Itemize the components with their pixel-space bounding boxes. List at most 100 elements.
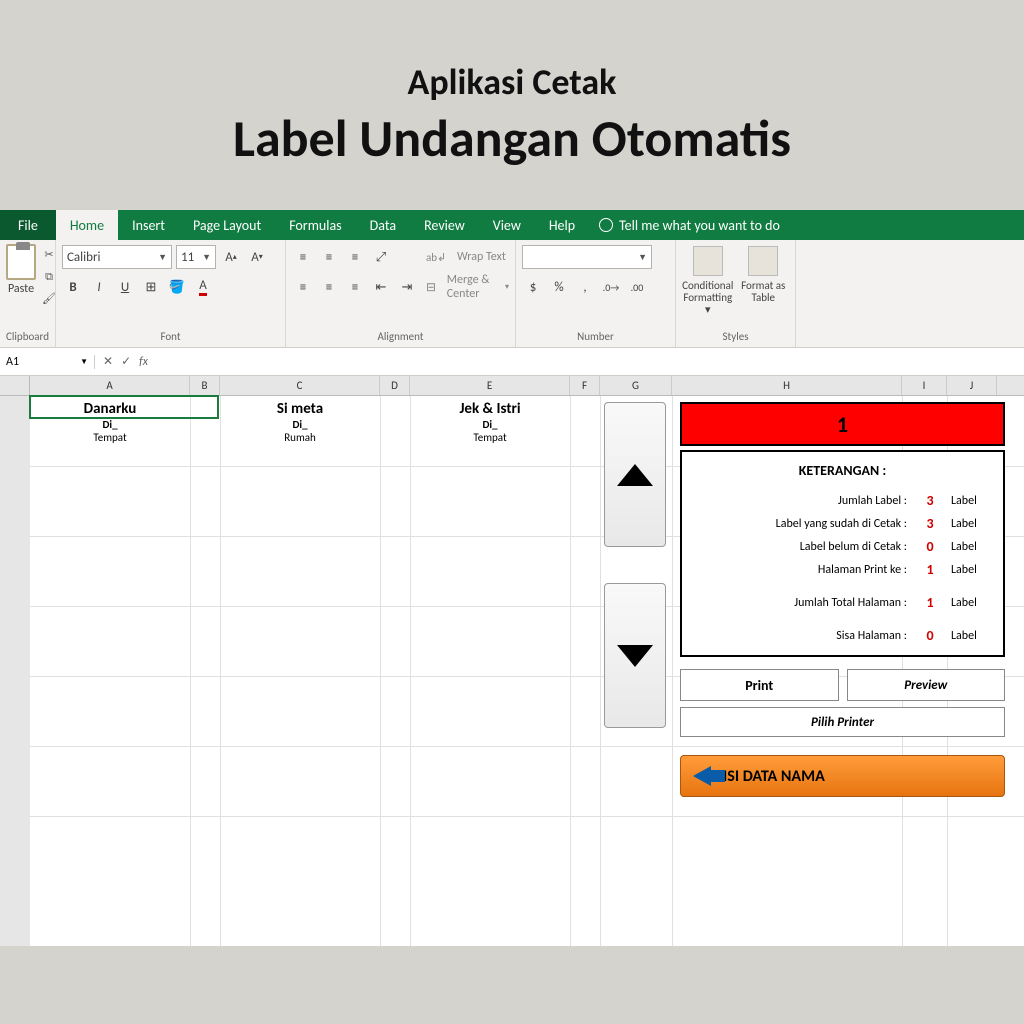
font-name-combo[interactable]: Calibri▼: [62, 245, 172, 269]
conditional-formatting-icon: [693, 246, 723, 276]
print-button[interactable]: Print: [680, 669, 839, 701]
cancel-icon[interactable]: ✕: [103, 354, 113, 369]
preview-button[interactable]: Preview: [847, 669, 1006, 701]
underline-button[interactable]: U: [114, 276, 136, 298]
label-2-di: Di_: [220, 418, 380, 431]
ket-label: Sisa Halaman :: [690, 629, 913, 643]
enter-icon[interactable]: ✓: [121, 354, 131, 369]
col-c[interactable]: C: [220, 376, 380, 395]
format-table-button[interactable]: Format asTable: [738, 244, 790, 328]
ket-value: 0: [913, 627, 947, 644]
align-right-icon[interactable]: ≡: [344, 276, 366, 298]
group-clipboard: Paste ✂ ⧉ 🖌 Clipboard: [0, 240, 56, 347]
tab-view[interactable]: View: [479, 210, 535, 240]
keterangan-row: Label yang sudah di Cetak :3Label: [682, 512, 1003, 535]
page-up-button[interactable]: [604, 402, 666, 547]
fx-icon[interactable]: fx: [139, 355, 148, 369]
decrease-decimal-icon[interactable]: .00: [626, 276, 648, 298]
align-left-icon[interactable]: ≡: [292, 276, 314, 298]
comma-button[interactable]: ,: [574, 276, 596, 298]
align-top-icon[interactable]: ≡: [292, 246, 314, 268]
italic-button[interactable]: I: [88, 276, 110, 298]
wrap-text-button[interactable]: ab↲ Wrap Text: [426, 244, 509, 270]
indent-increase-icon[interactable]: ⇥: [396, 276, 418, 298]
tab-insert[interactable]: Insert: [118, 210, 179, 240]
keterangan-row: Jumlah Total Halaman :1Label: [682, 591, 1003, 614]
page-down-button[interactable]: [604, 583, 666, 728]
align-bottom-icon[interactable]: ≡: [344, 246, 366, 268]
increase-decimal-icon[interactable]: .0→: [600, 276, 622, 298]
tab-data[interactable]: Data: [356, 210, 410, 240]
col-d[interactable]: D: [380, 376, 410, 395]
ket-value: 1: [913, 594, 947, 611]
paste-button[interactable]: Paste: [6, 244, 36, 304]
formula-bar: A1▼ ✕ ✓ fx: [0, 348, 1024, 376]
ket-unit: Label: [947, 494, 995, 508]
tab-home[interactable]: Home: [56, 210, 118, 240]
excel-window: File Home Insert Page Layout Formulas Da…: [0, 210, 1024, 946]
col-f[interactable]: F: [570, 376, 600, 395]
percent-button[interactable]: %: [548, 276, 570, 298]
group-font: Calibri▼ 11▼ A▴ A▾ B I U ⊞ 🪣 A Font: [56, 240, 286, 347]
name-box[interactable]: A1▼: [0, 355, 95, 369]
number-format-combo[interactable]: ▼: [522, 245, 652, 269]
isi-data-nama-button[interactable]: ISI DATA NAMA: [680, 755, 1005, 797]
col-j[interactable]: J: [947, 376, 997, 395]
select-all-corner[interactable]: [0, 376, 30, 395]
col-g[interactable]: G: [600, 376, 672, 395]
alignment-label: Alignment: [292, 328, 509, 347]
currency-button[interactable]: $: [522, 276, 544, 298]
align-center-icon[interactable]: ≡: [318, 276, 340, 298]
col-b[interactable]: B: [190, 376, 220, 395]
tab-help[interactable]: Help: [535, 210, 589, 240]
tab-review[interactable]: Review: [410, 210, 479, 240]
fill-color-button[interactable]: 🪣: [166, 276, 188, 298]
indent-decrease-icon[interactable]: ⇤: [370, 276, 392, 298]
font-size-combo[interactable]: 11▼: [176, 245, 216, 269]
hero-subtitle: Aplikasi Cetak: [0, 60, 1024, 104]
col-h[interactable]: H: [672, 376, 902, 395]
tab-page-layout[interactable]: Page Layout: [179, 210, 275, 240]
orientation-icon[interactable]: ⤢: [370, 246, 392, 268]
ket-label: Jumlah Total Halaman :: [690, 596, 913, 610]
label-3-name: Jek & Istri: [410, 400, 570, 418]
label-3-di: Di_: [410, 418, 570, 431]
info-panel: 1 KETERANGAN : Jumlah Label :3LabelLabel…: [680, 402, 1005, 797]
keterangan-title: KETERANGAN :: [682, 452, 1003, 487]
shrink-font-icon[interactable]: A▾: [246, 246, 268, 268]
font-label: Font: [62, 328, 279, 347]
hero-title: Label Undangan Otomatis: [0, 106, 1024, 170]
label-1-tempat: Tempat: [30, 431, 190, 444]
ket-value: 1: [913, 561, 947, 578]
label-1-name: Danarku: [30, 400, 190, 418]
cells-area[interactable]: Danarku Di_ Tempat Si meta Di_ Rumah Jek…: [30, 396, 1024, 946]
font-color-button[interactable]: A: [192, 276, 214, 298]
ket-unit: Label: [947, 563, 995, 577]
tell-me-search[interactable]: Tell me what you want to do: [589, 210, 790, 240]
tab-file[interactable]: File: [0, 210, 56, 240]
border-button[interactable]: ⊞: [140, 276, 162, 298]
ribbon-tabs: File Home Insert Page Layout Formulas Da…: [0, 210, 1024, 240]
ket-value: 3: [913, 492, 947, 509]
pilih-printer-button[interactable]: Pilih Printer: [680, 707, 1005, 737]
ket-unit: Label: [947, 629, 995, 643]
ket-label: Jumlah Label :: [690, 494, 913, 508]
col-a[interactable]: A: [30, 376, 190, 395]
align-middle-icon[interactable]: ≡: [318, 246, 340, 268]
ket-label: Halaman Print ke :: [690, 563, 913, 577]
conditional-formatting-button[interactable]: ConditionalFormatting ▾: [682, 244, 734, 328]
col-e[interactable]: E: [410, 376, 570, 395]
clipboard-label: Clipboard: [6, 328, 49, 347]
group-alignment: ≡ ≡ ≡ ⤢ ≡ ≡ ≡ ⇤ ⇥ ab↲ Wrap Text ⊟: [286, 240, 516, 347]
col-i[interactable]: I: [902, 376, 947, 395]
keterangan-box: KETERANGAN : Jumlah Label :3LabelLabel y…: [680, 450, 1005, 657]
grow-font-icon[interactable]: A▴: [220, 246, 242, 268]
keterangan-row: Jumlah Label :3Label: [682, 489, 1003, 512]
merge-center-button[interactable]: ⊟ Merge & Center ▾: [426, 274, 509, 300]
bold-button[interactable]: B: [62, 276, 84, 298]
group-number: ▼ $ % , .0→ .00 Number: [516, 240, 676, 347]
ribbon-body: Paste ✂ ⧉ 🖌 Clipboard Calibri▼ 11▼ A▴ A▾: [0, 240, 1024, 348]
ket-unit: Label: [947, 540, 995, 554]
tab-formulas[interactable]: Formulas: [275, 210, 355, 240]
arrow-down-icon: [617, 645, 653, 667]
